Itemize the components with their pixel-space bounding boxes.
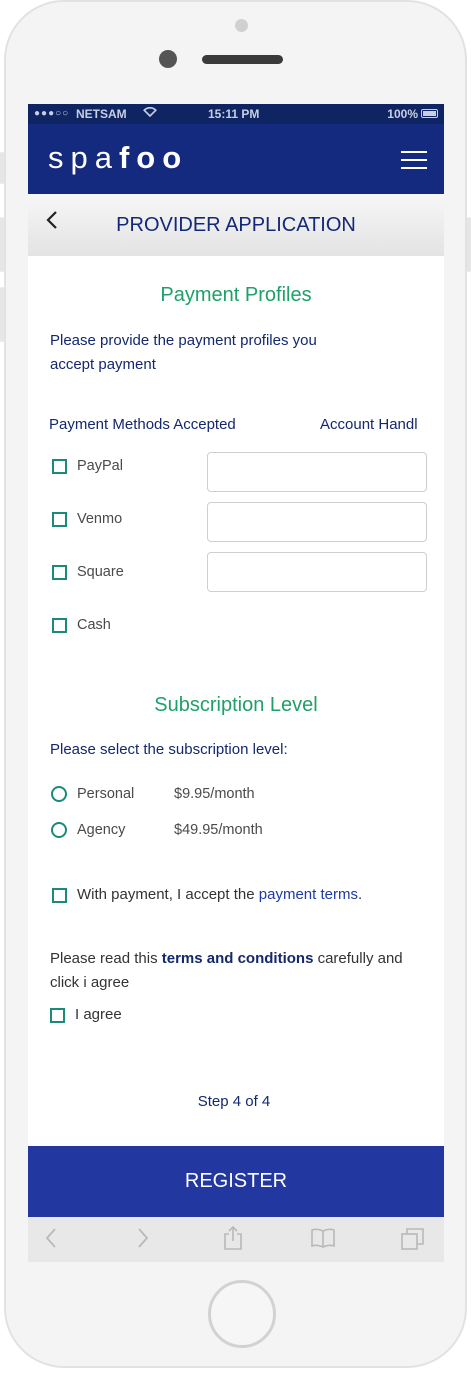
agency-label: Agency xyxy=(77,822,126,838)
page-header: PROVIDER APPLICATION xyxy=(28,194,444,256)
register-button[interactable]: REGISTER xyxy=(28,1146,444,1217)
page-title: PROVIDER APPLICATION xyxy=(116,214,356,236)
payment-intro-line1: Please provide the payment profiles you xyxy=(50,332,317,349)
app-navbar: spafoo xyxy=(28,124,444,194)
logo-text-light: spa xyxy=(48,140,119,175)
hamburger-menu-icon[interactable] xyxy=(401,151,427,169)
account-handle-column-header: Account Handl xyxy=(320,416,418,433)
wifi-icon xyxy=(143,106,157,120)
tabs-icon[interactable] xyxy=(400,1227,426,1256)
payment-terms-prefix: With payment, I accept the xyxy=(77,886,259,903)
terms-prefix: Please read this xyxy=(50,950,162,967)
home-button[interactable] xyxy=(208,1280,276,1348)
terms-text: Please read this terms and conditions ca… xyxy=(50,947,403,971)
browser-back-icon[interactable] xyxy=(44,1227,58,1254)
paypal-handle-input[interactable] xyxy=(207,452,427,492)
app-screen: ●●●○○ NETSAM 15:11 PM 100% spafoo PROVID… xyxy=(28,104,444,1262)
payment-methods-column-header: Payment Methods Accepted xyxy=(49,416,236,433)
personal-label: Personal xyxy=(77,786,135,802)
paypal-label: PayPal xyxy=(77,458,123,474)
volume-down-button xyxy=(0,287,4,342)
square-handle-input[interactable] xyxy=(207,552,427,592)
step-indicator: Step 4 of 4 xyxy=(197,1093,271,1110)
carrier-name: NETSAM xyxy=(76,107,127,121)
payment-intro-line2: accept payment xyxy=(50,356,156,373)
status-bar: ●●●○○ NETSAM 15:11 PM 100% xyxy=(28,104,444,124)
power-button xyxy=(467,217,471,272)
i-agree-checkbox[interactable] xyxy=(50,1008,65,1023)
clock: 15:11 PM xyxy=(208,107,260,121)
terms-line2: click i agree xyxy=(50,974,130,991)
square-label: Square xyxy=(77,564,124,580)
earpiece-speaker xyxy=(202,55,283,64)
proximity-sensor xyxy=(235,19,248,32)
signal-icon: ●●●○○ xyxy=(34,108,70,119)
payment-terms-link[interactable]: payment terms xyxy=(259,886,358,903)
share-icon[interactable] xyxy=(223,1225,243,1256)
venmo-checkbox[interactable] xyxy=(52,512,67,527)
personal-radio[interactable] xyxy=(51,786,67,802)
logo-text-bold: foo xyxy=(118,140,189,175)
browser-forward-icon[interactable] xyxy=(136,1227,150,1254)
agency-radio[interactable] xyxy=(51,822,67,838)
mute-switch xyxy=(0,152,4,184)
volume-up-button xyxy=(0,217,4,272)
venmo-label: Venmo xyxy=(77,511,123,527)
subscription-level-heading: Subscription Level xyxy=(154,694,318,716)
spafoo-logo[interactable]: spafoo xyxy=(48,140,188,176)
payment-terms-text: With payment, I accept the payment terms… xyxy=(77,883,362,907)
bookmarks-icon[interactable] xyxy=(310,1227,336,1254)
square-checkbox[interactable] xyxy=(52,565,67,580)
agency-price: $49.95/month xyxy=(174,822,263,838)
terms-and-conditions-link[interactable]: terms and conditions xyxy=(162,950,314,967)
battery-icon xyxy=(421,109,438,118)
cash-label: Cash xyxy=(77,617,111,633)
paypal-checkbox[interactable] xyxy=(52,459,67,474)
battery-percent: 100% xyxy=(387,107,418,121)
i-agree-label: I agree xyxy=(75,1006,122,1023)
subscription-prompt: Please select the subscription level: xyxy=(50,741,288,758)
payment-profiles-heading: Payment Profiles xyxy=(160,284,312,306)
front-camera xyxy=(159,50,177,68)
cash-checkbox[interactable] xyxy=(52,618,67,633)
venmo-handle-input[interactable] xyxy=(207,502,427,542)
payment-terms-suffix: . xyxy=(357,886,363,903)
personal-price: $9.95/month xyxy=(174,786,255,802)
terms-suffix: carefully and xyxy=(313,950,403,967)
browser-toolbar xyxy=(28,1217,444,1262)
payment-terms-checkbox[interactable] xyxy=(52,888,67,903)
